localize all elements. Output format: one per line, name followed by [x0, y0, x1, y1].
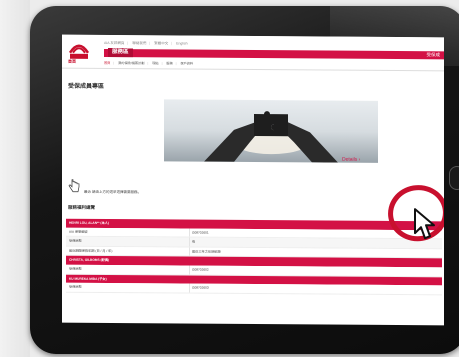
table-cell: G08702602: [192, 267, 209, 272]
top-link-aia[interactable]: AIA 友邦網頁: [104, 41, 124, 45]
nav-item-plans[interactable]: 我的保險/儲蓄計劃: [118, 61, 144, 65]
table-cell: 受保狀態: [69, 238, 82, 243]
mouse-pointer-icon: [414, 208, 435, 240]
nav-item-home[interactable]: 首頁: [104, 61, 110, 65]
puzzle-hands-image: [204, 111, 338, 163]
table-row: 受保狀態 G08702603: [66, 282, 442, 296]
page-title: 受保成員專區: [68, 83, 105, 90]
browser-screen: 首頁 AIA 友邦網頁 | 聯絡我們 | 繁體中文 | English 服務區 受保成…: [62, 34, 444, 326]
tablet-home-button[interactable]: [449, 166, 459, 190]
header-divider: [62, 67, 444, 72]
top-link-english[interactable]: English: [176, 41, 187, 45]
nav-item-services[interactable]: 服務: [166, 61, 172, 65]
table-cell: 最近三年之住院紀錄: [192, 249, 221, 254]
table-cell: 受保狀態: [69, 284, 82, 289]
background-panel: [0, 0, 30, 357]
top-link-contact[interactable]: 聯絡我們: [132, 41, 146, 45]
nav-item-profile[interactable]: 保戶資料: [180, 61, 193, 65]
section-title: 服務福利總覽: [68, 204, 95, 210]
title-tab[interactable]: 服務區: [108, 47, 133, 58]
top-link-chinese[interactable]: 繁體中文: [154, 41, 168, 45]
banner-link[interactable]: Details ›: [342, 157, 360, 163]
table-cell: G08702601: [192, 230, 209, 235]
hint-text: 最近 請由上方的選單選擇需要服務。: [84, 189, 141, 195]
home-label[interactable]: 首頁: [68, 59, 76, 65]
table-cell: 有: [192, 239, 196, 244]
hand-pointer-icon: [68, 179, 80, 193]
nav-item-claims[interactable]: 理賠: [152, 61, 158, 65]
table-cell: G08702603: [192, 285, 209, 290]
top-links: AIA 友邦網頁 | 聯絡我們 | 繁體中文 | English: [104, 40, 188, 46]
nav-menu: 首頁 | 我的保險/儲蓄計劃 | 理賠 | 服務 | 保戶資料: [104, 60, 194, 66]
benefits-table: HENRI LOU, ALAN** (本人) AIA 保單編號 G0870260…: [66, 218, 442, 296]
banner-image: Details ›: [164, 99, 378, 163]
aia-logo-icon: [68, 44, 90, 59]
table-cell: 最近期間保險年期 (日 / 月 / 年): [69, 248, 113, 253]
table-cell: 受保狀態: [69, 266, 82, 271]
title-right: 受保成: [426, 52, 441, 58]
site-header: 首頁 AIA 友邦網頁 | 聯絡我們 | 繁體中文 | English 服務區 受保成…: [62, 34, 444, 72]
title-bar: 服務區 受保成: [104, 47, 444, 60]
table-cell: AIA 保單編號: [69, 229, 88, 234]
